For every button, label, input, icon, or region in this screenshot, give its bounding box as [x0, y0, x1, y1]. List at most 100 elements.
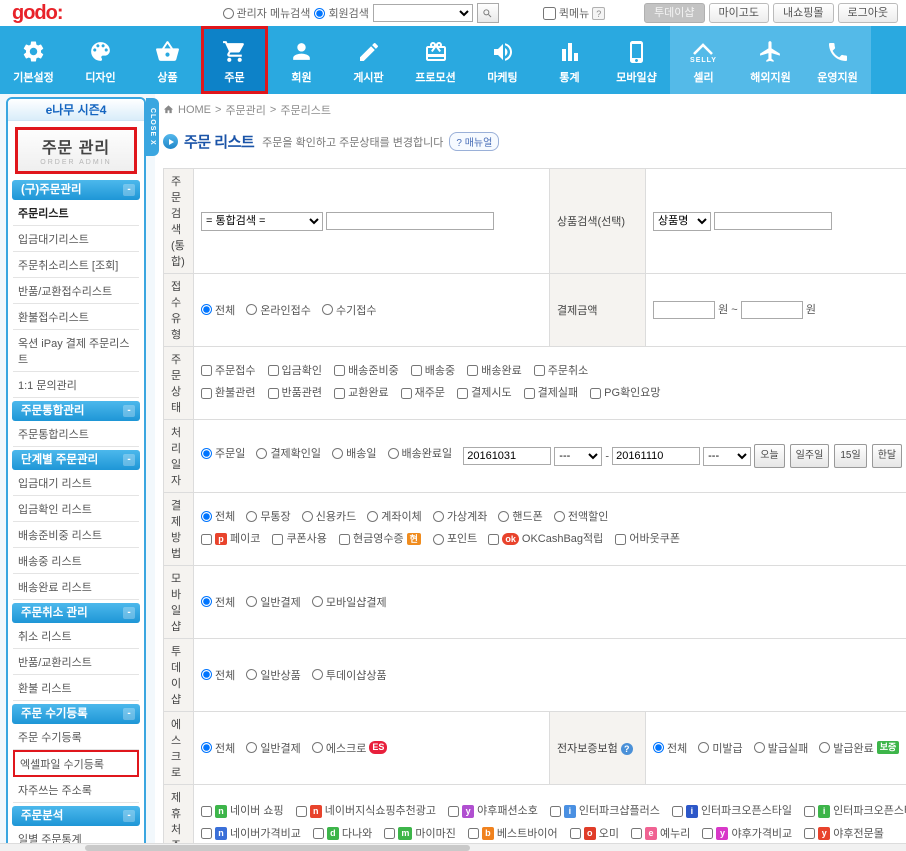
today-product[interactable]: 투데이샵상품	[312, 667, 387, 683]
mobile-all[interactable]: 전체	[201, 594, 235, 610]
status-cancelled[interactable]: 주문취소	[534, 361, 588, 381]
sidebar-item-refund-list2[interactable]: 환불 리스트	[13, 675, 139, 701]
quick-menu-help-icon[interactable]: ?	[592, 7, 605, 20]
sidebar-item-return-exchange[interactable]: 반품/교환접수리스트	[13, 278, 139, 304]
order-search-input[interactable]	[326, 212, 494, 230]
date-shortcut-month[interactable]: 한달	[872, 444, 902, 468]
hour-from-select[interactable]: ---	[554, 447, 602, 466]
nav-item-stats[interactable]: 통계	[536, 26, 603, 94]
status-deposit-confirm[interactable]: 입금확인	[268, 361, 322, 381]
order-search-type-select[interactable]: = 통합검색 =	[201, 212, 323, 231]
nav-item-selly[interactable]: SELLY 셀리	[670, 26, 737, 94]
partner-interpark-openstyle[interactable]: i인터파크오픈스타일	[672, 801, 792, 821]
guarantee-fail[interactable]: 발급실패	[754, 740, 808, 756]
collapse-minus-icon[interactable]: -	[123, 184, 135, 196]
nav-item-board[interactable]: 게시판	[335, 26, 402, 94]
partner-naver-ad[interactable]: n네이버지식쇼핑추천광고	[296, 801, 436, 821]
pay-point[interactable]: 포인트	[433, 529, 477, 549]
date-type-delivered[interactable]: 배송완료일	[388, 444, 453, 464]
amount-min-input[interactable]	[653, 301, 715, 319]
collapse-minus-icon[interactable]: -	[123, 405, 135, 417]
pay-card[interactable]: 신용카드	[302, 507, 356, 527]
member-search-radio[interactable]: 회원검색	[314, 5, 368, 21]
mygodo-button[interactable]: 마이고도	[709, 3, 769, 23]
collapse-minus-icon[interactable]: -	[123, 607, 135, 619]
sidebar-item-inquiry[interactable]: 1:1 문의관리	[13, 372, 139, 398]
sidebar-item-stage-preparing[interactable]: 배송준비중 리스트	[13, 522, 139, 548]
partner-interpark-shop[interactable]: i인터파크샵플러스	[550, 801, 660, 821]
nav-item-mobileshop[interactable]: 모바일샵	[603, 26, 670, 94]
date-to-input[interactable]	[612, 447, 700, 465]
sidebar-section-cancel[interactable]: 주문취소 관리 -	[12, 603, 140, 623]
pay-transfer[interactable]: 계좌이체	[367, 507, 421, 527]
product-search-input[interactable]	[714, 212, 832, 230]
sidebar-item-order-cancel-list[interactable]: 주문취소리스트 [조회]	[13, 252, 139, 278]
scrollbar-thumb[interactable]	[85, 845, 470, 851]
today-all[interactable]: 전체	[201, 667, 235, 683]
status-exchange-done[interactable]: 교환완료	[334, 383, 388, 403]
nav-item-members[interactable]: 회원	[268, 26, 335, 94]
pay-full-discount[interactable]: 전액할인	[554, 507, 608, 527]
breadcrumb-order-list[interactable]: 주문리스트	[280, 102, 331, 118]
amount-max-input[interactable]	[741, 301, 803, 319]
status-return[interactable]: 반품관련	[268, 383, 322, 403]
partner-omi[interactable]: o오미	[570, 824, 619, 844]
sidebar-item-return-exchange-list[interactable]: 반품/교환리스트	[13, 649, 139, 675]
mobile-normal[interactable]: 일반결제	[246, 594, 300, 610]
collapse-minus-icon[interactable]: -	[123, 454, 135, 466]
sidebar-section-analysis[interactable]: 주문분석 -	[12, 806, 140, 826]
sidebar-item-stage-delivered[interactable]: 배송완료 리스트	[13, 574, 139, 600]
sidebar-item-refund-list[interactable]: 환불접수리스트	[13, 304, 139, 330]
sidebar-item-order-list[interactable]: 주문리스트	[13, 200, 139, 226]
myshop-button[interactable]: 내쇼핑몰	[773, 3, 833, 23]
nav-item-settings[interactable]: 기본설정	[0, 26, 67, 94]
breadcrumb-home[interactable]: HOME	[178, 104, 211, 116]
receipt-type-manual[interactable]: 수기접수	[322, 302, 376, 318]
sidebar-item-auction-ipay[interactable]: 옥션 iPay 결제 주문리스트	[13, 330, 139, 372]
status-refund[interactable]: 환불관련	[201, 383, 255, 403]
escrow-escrow[interactable]: 에스크로ES	[312, 740, 388, 756]
guarantee-done[interactable]: 발급완료보증	[819, 740, 899, 756]
product-search-type-select[interactable]: 상품명	[653, 212, 711, 231]
status-pg-check[interactable]: PG확인요망	[590, 383, 660, 403]
date-shortcut-15days[interactable]: 15일	[834, 444, 866, 468]
pay-payco[interactable]: P페이코	[201, 529, 260, 549]
mobile-shop-pay[interactable]: 모바일샵결제	[312, 594, 387, 610]
partner-mymargin[interactable]: m마이마진	[384, 824, 456, 844]
quick-menu-checkbox[interactable]	[543, 7, 556, 20]
top-search-button[interactable]	[477, 3, 499, 23]
pay-cash-receipt[interactable]: 현금영수증현	[339, 529, 421, 549]
sidebar-section-manual-register[interactable]: 주문 수기등록 -	[12, 704, 140, 724]
nav-item-orders-active[interactable]: 주문	[201, 26, 268, 94]
collapse-minus-icon[interactable]: -	[123, 708, 135, 720]
partner-danawa[interactable]: d다나와	[313, 824, 372, 844]
date-from-input[interactable]	[463, 447, 551, 465]
nav-item-global[interactable]: 해외지원	[737, 26, 804, 94]
partner-yahoo-mall[interactable]: y야후전문몰	[804, 824, 884, 844]
pay-okcashbag[interactable]: okOKCashBag적립	[488, 529, 603, 549]
nav-item-marketing[interactable]: 마케팅	[469, 26, 536, 94]
partner-enuri[interactable]: e예누리	[631, 824, 690, 844]
collapse-minus-icon[interactable]: -	[123, 810, 135, 822]
date-type-order[interactable]: 주문일	[201, 444, 245, 464]
pay-phone[interactable]: 핸드폰	[498, 507, 542, 527]
top-search-select[interactable]	[373, 4, 473, 22]
status-preparing[interactable]: 배송준비중	[334, 361, 399, 381]
status-payment-fail[interactable]: 결제실패	[524, 383, 578, 403]
help-icon[interactable]: ?	[621, 743, 633, 755]
nav-item-design[interactable]: 디자인	[67, 26, 134, 94]
sidebar-item-stage-shipping[interactable]: 배송중 리스트	[13, 548, 139, 574]
status-shipping[interactable]: 배송중	[411, 361, 455, 381]
guarantee-all[interactable]: 전체	[653, 740, 687, 756]
status-reorder[interactable]: 재주문	[401, 383, 445, 403]
manual-button[interactable]: ? 매뉴얼	[449, 132, 499, 151]
date-type-payment[interactable]: 결제확인일	[256, 444, 321, 464]
pay-bank[interactable]: 무통장	[246, 507, 290, 527]
nav-item-support[interactable]: 운영지원	[804, 26, 871, 94]
pay-all[interactable]: 전체	[201, 507, 235, 527]
guarantee-not-issued[interactable]: 미발급	[698, 740, 742, 756]
sidebar-item-integrated-list[interactable]: 주문통합리스트	[13, 421, 139, 447]
partner-yahoo-fashion[interactable]: y야후패션소호	[448, 801, 538, 821]
pay-coupon[interactable]: 쿠폰사용	[272, 529, 326, 549]
todayshop-button[interactable]: 투데이샵	[644, 3, 704, 23]
